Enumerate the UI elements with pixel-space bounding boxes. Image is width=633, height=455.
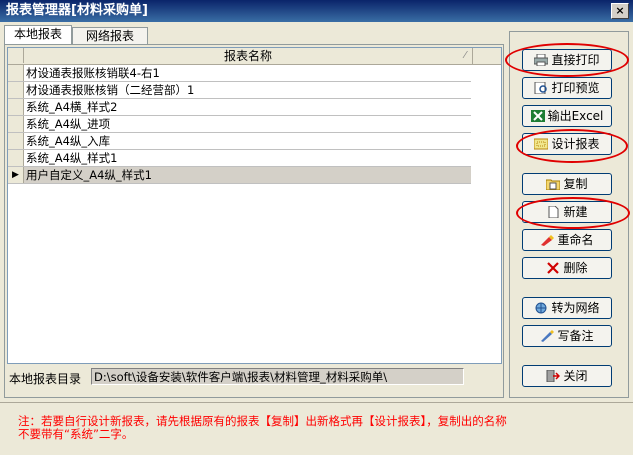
- preview-icon: [534, 80, 548, 95]
- hint-bar: 注：若要自行设计新报表，请先根据原有的报表【复制】出新格式再【设计报表】，复制出…: [0, 402, 633, 455]
- report-name-cell: 系统_A4纵_进项: [26, 117, 111, 131]
- rename-icon: [540, 232, 555, 246]
- table-row[interactable]: 材设通表报账核销（二经营部）1: [8, 82, 471, 99]
- table-row[interactable]: 系统_A4纵_入库: [8, 133, 471, 150]
- local-reports-panel: 报表名称 ⁄ 材设通表报账核销联4-右1 材设通表报账核销（二经营部）1 系统_A…: [4, 44, 504, 398]
- close-button[interactable]: 关闭: [522, 365, 612, 387]
- report-name-cell: 系统_A4纵_入库: [26, 134, 111, 148]
- grid-header: 报表名称 ⁄: [8, 48, 501, 65]
- exit-door-icon: [546, 368, 561, 383]
- copy-folder-icon: [545, 176, 561, 191]
- table-row[interactable]: 系统_A4纵_进项: [8, 116, 471, 133]
- network-icon: [534, 300, 548, 314]
- row-indicator: [8, 116, 24, 132]
- table-row-selected[interactable]: ▶ 用户自定义_A4纵_样式1: [8, 167, 471, 184]
- copy-label: 复制: [563, 177, 588, 191]
- path-label: 本地报表目录: [9, 372, 82, 386]
- tab-local-reports[interactable]: 本地报表: [4, 25, 72, 46]
- close-label: 关闭: [563, 369, 588, 383]
- tab-network-reports[interactable]: 网络报表: [72, 27, 148, 45]
- write-note-label: 写备注: [557, 329, 594, 343]
- delete-button[interactable]: 删除: [522, 257, 612, 279]
- row-indicator: [8, 150, 24, 166]
- current-row-arrow-icon: ▶: [8, 167, 24, 183]
- pen-icon: [540, 328, 555, 342]
- path-field[interactable]: D:\soft\设备安装\软件客户端\报表\材料管理_材料采购单\: [91, 368, 464, 385]
- column-header-label: 报表名称: [223, 49, 272, 63]
- annotation-circle-design: [516, 129, 628, 163]
- annotation-circle-new: [516, 197, 630, 229]
- report-name-cell: 用户自定义_A4纵_样式1: [26, 168, 152, 182]
- column-header-report-name[interactable]: 报表名称 ⁄: [24, 48, 473, 64]
- table-row[interactable]: 系统_A4横_样式2: [8, 99, 471, 116]
- row-indicator: [8, 99, 24, 115]
- convert-network-label: 转为网络: [551, 301, 600, 315]
- row-indicator-header: [8, 48, 24, 63]
- row-indicator: [8, 65, 24, 81]
- annotation-circle-print: [505, 43, 629, 77]
- hint-text: 注：若要自行设计新报表，请先根据原有的报表【复制】出新格式再【设计报表】，复制出…: [18, 414, 507, 441]
- row-indicator: [8, 133, 24, 149]
- delete-label: 删除: [563, 261, 588, 275]
- window-title: 报表管理器[材料采购单]: [6, 3, 148, 18]
- window-titlebar: 报表管理器[材料采购单] ×: [0, 0, 633, 22]
- table-row[interactable]: 系统_A4纵_样式1: [8, 150, 471, 167]
- report-name-cell: 系统_A4横_样式2: [26, 100, 118, 114]
- rename-label: 重命名: [557, 233, 594, 247]
- copy-button[interactable]: 复制: [522, 173, 612, 195]
- write-note-button[interactable]: 写备注: [522, 325, 612, 347]
- row-indicator: [8, 82, 24, 98]
- excel-icon: [530, 108, 545, 122]
- delete-x-icon: [546, 260, 560, 274]
- export-excel-button[interactable]: 输出Excel: [522, 105, 612, 127]
- report-grid: 报表名称 ⁄ 材设通表报账核销联4-右1 材设通表报账核销（二经营部）1 系统_A…: [7, 47, 502, 364]
- close-window-button[interactable]: ×: [611, 3, 629, 19]
- report-name-cell: 材设通表报账核销（二经营部）1: [26, 83, 195, 97]
- report-name-cell: 系统_A4纵_样式1: [26, 151, 118, 165]
- convert-network-button[interactable]: 转为网络: [522, 297, 612, 319]
- table-row[interactable]: 材设通表报账核销联4-右1: [8, 65, 471, 82]
- sort-icon: ⁄: [464, 50, 466, 61]
- rename-button[interactable]: 重命名: [522, 229, 612, 251]
- print-preview-button[interactable]: 打印预览: [522, 77, 612, 99]
- export-excel-label: 输出Excel: [547, 109, 604, 123]
- report-name-cell: 材设通表报账核销联4-右1: [26, 66, 160, 80]
- print-preview-label: 打印预览: [551, 81, 600, 95]
